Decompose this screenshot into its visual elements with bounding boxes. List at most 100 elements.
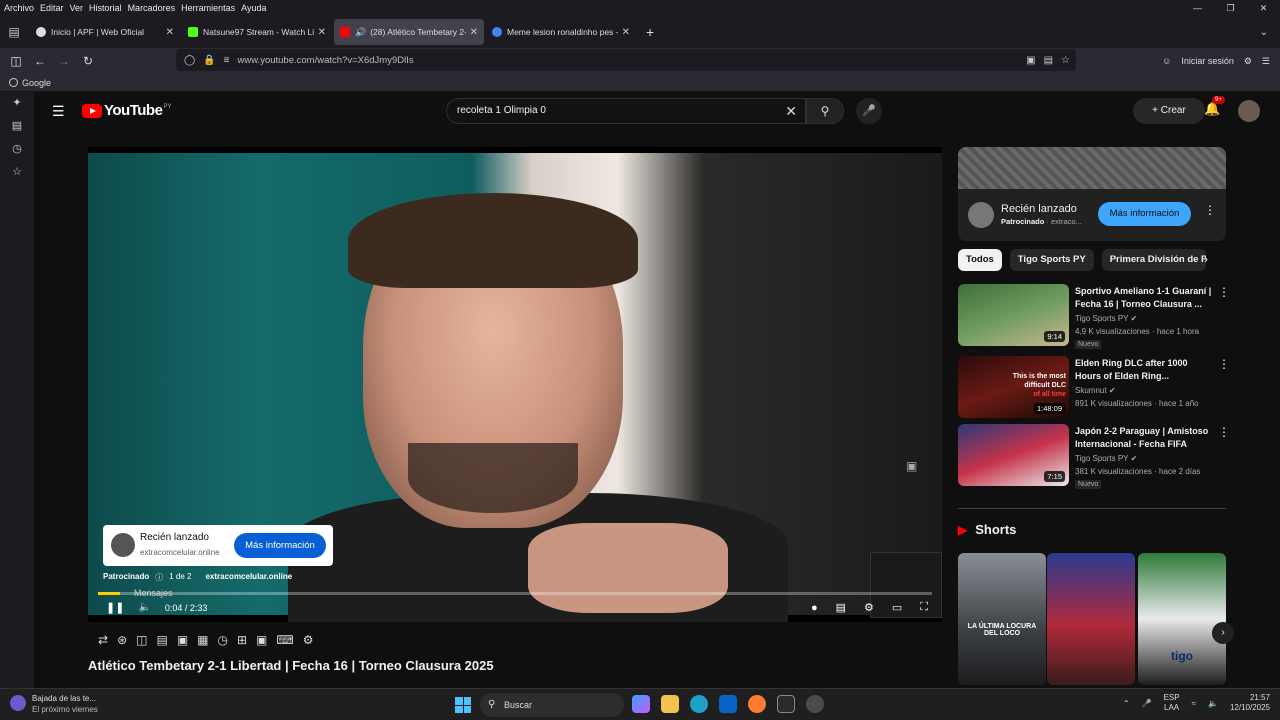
channel-name[interactable]: Tigo Sports PY ✔ (1075, 314, 1137, 323)
audio-mode-icon[interactable]: ⊛ (117, 633, 127, 647)
search-button[interactable]: ⚲ (806, 98, 844, 124)
reader-icon[interactable]: ▤ (1044, 55, 1053, 66)
lock-icon[interactable]: 🔒 (203, 55, 215, 66)
microphone-icon[interactable]: 🎤 (1142, 699, 1152, 708)
create-button[interactable]: + Crear (1133, 98, 1205, 124)
speaker-icon[interactable]: 🔊 (355, 27, 366, 38)
chip-todos[interactable]: Todos (958, 249, 1002, 271)
bookmark-star-icon[interactable]: ☆ (1061, 55, 1070, 66)
chip-primera-division[interactable]: Primera División de Pa (1101, 249, 1206, 271)
menu-herramientas[interactable]: Herramientas (181, 3, 235, 13)
more-vert-icon[interactable]: ⋮ (1218, 425, 1230, 439)
video-title[interactable]: Japón 2-2 Paraguay | Amistoso Internacio… (1075, 425, 1215, 450)
sponsored-card[interactable]: Recién lanzado Patrocinado · extraco... … (958, 147, 1226, 241)
channel-name[interactable]: Tigo Sports PY ✔ (1075, 454, 1137, 463)
ad-more-info-button[interactable]: Más información (234, 533, 326, 558)
short-item[interactable]: LA ÚLTIMA LOCURA DEL LOCO (958, 553, 1046, 685)
ai-chatbot-icon[interactable]: ✦ (0, 92, 34, 115)
tab-kick[interactable]: Natsune97 Stream - Watch Live ✕ (182, 19, 332, 45)
menu-ayuda[interactable]: Ayuda (241, 3, 266, 13)
new-tab-button[interactable]: + (646, 24, 654, 40)
tab-apf[interactable]: Inicio | APF | Web Oficial ✕ (30, 19, 180, 45)
settings-icon[interactable]: ⚙ (864, 601, 874, 614)
video-thumbnail[interactable]: 7:15 (958, 424, 1069, 486)
menu-historial[interactable]: Historial (89, 3, 122, 13)
menu-archivo[interactable]: Archivo (4, 3, 34, 13)
extension-settings-icon[interactable]: ⚙ (303, 633, 314, 647)
picture-in-picture-icon[interactable]: ▣ (1026, 55, 1035, 66)
bookmarks-icon[interactable]: ☆ (0, 161, 34, 184)
minimize-icon[interactable]: — (1181, 0, 1214, 16)
popup-player-icon[interactable]: ▣ (177, 633, 188, 647)
search-input[interactable]: recoleta 1 Olimpia 0 ✕ (446, 98, 806, 124)
video-thumbnail[interactable]: 9:14 (958, 284, 1069, 346)
chrome-icon[interactable] (806, 695, 824, 713)
permissions-icon[interactable]: ≡ (224, 55, 230, 66)
language-indicator[interactable]: ESP LAA (1164, 693, 1180, 713)
close-window-icon[interactable]: ✕ (1247, 0, 1280, 16)
sponsored-banner[interactable] (958, 147, 1226, 189)
capcut-icon[interactable] (777, 695, 795, 713)
autoplay-toggle-icon[interactable]: ● (811, 602, 818, 614)
tab-google[interactable]: Meme lesion ronaldinho pes - G ✕ (486, 19, 636, 45)
video-player[interactable]: ▣ Recién lanzado extracomcelular.online … (88, 147, 942, 622)
google-bookmark[interactable]: Google (22, 78, 51, 88)
info-icon[interactable]: ⓘ (155, 572, 163, 583)
menu-ver[interactable]: Ver (70, 3, 84, 13)
wifi-icon[interactable]: ≈ (1192, 699, 1196, 708)
recommendation-item[interactable]: 9:14 Sportivo Ameliano 1-1 Guaraní | Fec… (958, 284, 1238, 349)
synced-tabs-icon[interactable]: ▤ (0, 115, 34, 138)
recommendation-item[interactable]: This is the most difficult DLC of all time… (958, 356, 1238, 420)
chevron-right-icon[interactable]: › (1204, 252, 1208, 266)
copilot-icon[interactable] (632, 695, 650, 713)
file-explorer-icon[interactable] (661, 695, 679, 713)
windows-start-icon[interactable] (455, 697, 471, 713)
sidebar-toggle-icon[interactable]: ◫ (4, 54, 28, 68)
extensions-icon[interactable]: ⚙ (1244, 56, 1252, 67)
signin-button[interactable]: Iniciar sesión (1181, 56, 1234, 66)
subtitles-icon[interactable]: ▤ (836, 601, 846, 614)
chevron-up-icon[interactable]: ⌃ (1123, 699, 1130, 708)
loop-icon[interactable]: ⇄ (98, 633, 108, 647)
outlook-icon[interactable] (719, 695, 737, 713)
shorts-next-button[interactable]: › (1212, 622, 1234, 644)
add-box-icon[interactable]: ⊞ (237, 633, 247, 647)
sponsored-more-info-button[interactable]: Más información (1098, 202, 1191, 226)
url-text[interactable]: www.youtube.com/watch?v=X6dJmy9DlIs (238, 55, 414, 66)
tab-youtube[interactable]: 🔊 (28) Atlético Tembetary 2-1 ✕ (334, 19, 484, 45)
guide-menu-icon[interactable]: ☰ (52, 103, 65, 120)
close-tab-icon[interactable]: ✕ (318, 27, 326, 38)
speed-icon[interactable]: ◷ (218, 633, 228, 647)
edge-icon[interactable] (690, 695, 708, 713)
url-bar[interactable]: ◯ 🔒 ≡ www.youtube.com/watch?v=X6dJmy9DlI… (176, 49, 1076, 71)
close-tab-icon[interactable]: ✕ (622, 27, 630, 38)
video-thumbnail[interactable]: This is the most difficult DLC of all time… (958, 356, 1069, 418)
voice-search-button[interactable]: 🎤 (856, 98, 882, 124)
tab-overflow-icon[interactable]: ⌄ (1260, 27, 1268, 38)
menu-editar[interactable]: Editar (40, 3, 64, 13)
clapper-icon[interactable]: ▤ (156, 633, 167, 647)
shield-icon[interactable]: ◯ (184, 55, 195, 66)
progress-bar[interactable] (98, 592, 932, 595)
miniplayer-icon[interactable]: ▣ (906, 459, 917, 473)
close-tab-icon[interactable]: ✕ (470, 27, 478, 38)
more-vert-icon[interactable]: ⋮ (1218, 357, 1230, 371)
more-vert-icon[interactable]: ⋮ (1218, 285, 1230, 299)
fullscreen-icon[interactable]: ⛶ (920, 601, 928, 614)
menu-icon[interactable]: ☰ (1262, 56, 1270, 67)
ad-url[interactable]: extracomcelular.online (205, 572, 292, 583)
youtube-logo[interactable]: YouTube PY (82, 102, 171, 119)
filter-icon[interactable]: ▦ (197, 633, 208, 647)
forward-icon[interactable]: → (52, 54, 76, 68)
theater-mode-icon[interactable]: ▭ (892, 601, 902, 614)
screenshot-camera-icon[interactable]: ▣ (256, 633, 267, 647)
history-icon[interactable]: ◷ (0, 138, 34, 161)
channel-name[interactable]: Skumnut ✔ (1075, 386, 1116, 395)
taskbar-search[interactable]: ⚲ Buscar (480, 693, 624, 717)
close-tab-icon[interactable]: ✕ (166, 27, 174, 38)
firefox-icon[interactable] (748, 695, 766, 713)
keyboard-icon[interactable]: ⌨ (276, 633, 293, 647)
tab-list-icon[interactable]: ▤ (0, 25, 28, 39)
pause-icon[interactable]: ❚❚ (106, 601, 124, 614)
account-icon[interactable]: ☺ (1162, 56, 1171, 66)
